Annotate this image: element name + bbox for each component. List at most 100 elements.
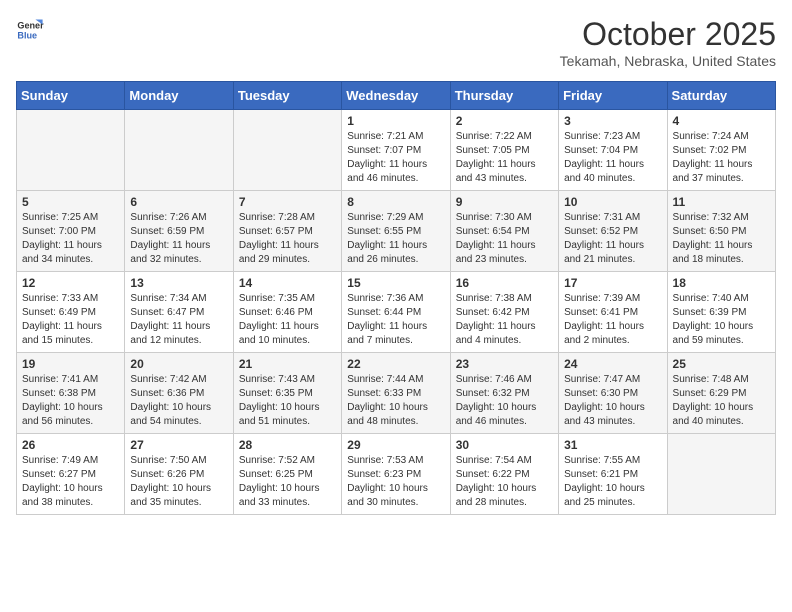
day-number: 13 <box>130 276 227 290</box>
day-number: 28 <box>239 438 336 452</box>
day-number: 24 <box>564 357 661 371</box>
day-info: Sunrise: 7:30 AM Sunset: 6:54 PM Dayligh… <box>456 211 553 267</box>
day-info: Sunrise: 7:36 AM Sunset: 6:44 PM Dayligh… <box>347 292 444 348</box>
month-title: October 2025 <box>560 16 776 53</box>
day-number: 29 <box>347 438 444 452</box>
title-block: October 2025 Tekamah, Nebraska, United S… <box>560 16 776 69</box>
calendar-cell: 2 Sunrise: 7:22 AM Sunset: 7:05 PM Daylig… <box>450 110 558 191</box>
day-number: 23 <box>456 357 553 371</box>
day-info: Sunrise: 7:32 AM Sunset: 6:50 PM Dayligh… <box>673 211 770 267</box>
day-number: 11 <box>673 195 770 209</box>
day-number: 12 <box>22 276 119 290</box>
day-info: Sunrise: 7:39 AM Sunset: 6:41 PM Dayligh… <box>564 292 661 348</box>
calendar-cell: 4 Sunrise: 7:24 AM Sunset: 7:02 PM Daylig… <box>667 110 775 191</box>
calendar-table: SundayMondayTuesdayWednesdayThursdayFrid… <box>16 81 776 515</box>
calendar-cell: 5 Sunrise: 7:25 AM Sunset: 7:00 PM Daylig… <box>17 191 125 272</box>
day-info: Sunrise: 7:52 AM Sunset: 6:25 PM Dayligh… <box>239 454 336 510</box>
svg-text:Blue: Blue <box>17 30 37 40</box>
day-info: Sunrise: 7:47 AM Sunset: 6:30 PM Dayligh… <box>564 373 661 429</box>
weekday-header-tuesday: Tuesday <box>233 82 341 110</box>
calendar-cell: 14Sunrise: 7:35 AM Sunset: 6:46 PM Dayli… <box>233 272 341 353</box>
calendar-cell: 27 Sunrise: 7:50 AM Sunset: 6:26 PM Dayli… <box>125 434 233 515</box>
day-number: 14 <box>239 276 336 290</box>
day-number: 10 <box>564 195 661 209</box>
day-info: Sunrise: 7:24 AM Sunset: 7:02 PM Dayligh… <box>673 130 770 186</box>
day-info: Sunrise: 7:21 AM Sunset: 7:07 PM Dayligh… <box>347 130 444 186</box>
calendar-week-row: 19 Sunrise: 7:41 AM Sunset: 6:38 PM Dayli… <box>17 353 776 434</box>
calendar-cell: 29 Sunrise: 7:53 AM Sunset: 6:23 PM Dayli… <box>342 434 450 515</box>
day-number: 27 <box>130 438 227 452</box>
calendar-cell: 28 Sunrise: 7:52 AM Sunset: 6:25 PM Dayli… <box>233 434 341 515</box>
day-number: 21 <box>239 357 336 371</box>
day-info: Sunrise: 7:31 AM Sunset: 6:52 PM Dayligh… <box>564 211 661 267</box>
day-info: Sunrise: 7:49 AM Sunset: 6:27 PM Dayligh… <box>22 454 119 510</box>
calendar-week-row: 1Sunrise: 7:21 AM Sunset: 7:07 PM Daylig… <box>17 110 776 191</box>
day-number: 22 <box>347 357 444 371</box>
day-number: 20 <box>130 357 227 371</box>
day-info: Sunrise: 7:50 AM Sunset: 6:26 PM Dayligh… <box>130 454 227 510</box>
weekday-header-row: SundayMondayTuesdayWednesdayThursdayFrid… <box>17 82 776 110</box>
calendar-week-row: 26 Sunrise: 7:49 AM Sunset: 6:27 PM Dayli… <box>17 434 776 515</box>
day-info: Sunrise: 7:25 AM Sunset: 7:00 PM Dayligh… <box>22 211 119 267</box>
day-number: 31 <box>564 438 661 452</box>
day-info: Sunrise: 7:48 AM Sunset: 6:29 PM Dayligh… <box>673 373 770 429</box>
weekday-header-wednesday: Wednesday <box>342 82 450 110</box>
weekday-header-thursday: Thursday <box>450 82 558 110</box>
calendar-cell: 20 Sunrise: 7:42 AM Sunset: 6:36 PM Dayli… <box>125 353 233 434</box>
weekday-header-sunday: Sunday <box>17 82 125 110</box>
calendar-week-row: 5 Sunrise: 7:25 AM Sunset: 7:00 PM Daylig… <box>17 191 776 272</box>
calendar-cell <box>17 110 125 191</box>
day-info: Sunrise: 7:28 AM Sunset: 6:57 PM Dayligh… <box>239 211 336 267</box>
calendar-cell: 23 Sunrise: 7:46 AM Sunset: 6:32 PM Dayli… <box>450 353 558 434</box>
day-number: 8 <box>347 195 444 209</box>
calendar-cell: 1Sunrise: 7:21 AM Sunset: 7:07 PM Daylig… <box>342 110 450 191</box>
calendar-cell: 16Sunrise: 7:38 AM Sunset: 6:42 PM Dayli… <box>450 272 558 353</box>
day-number: 30 <box>456 438 553 452</box>
calendar-cell: 22Sunrise: 7:44 AM Sunset: 6:33 PM Dayli… <box>342 353 450 434</box>
day-number: 4 <box>673 114 770 128</box>
day-number: 7 <box>239 195 336 209</box>
calendar-cell: 15Sunrise: 7:36 AM Sunset: 6:44 PM Dayli… <box>342 272 450 353</box>
day-info: Sunrise: 7:33 AM Sunset: 6:49 PM Dayligh… <box>22 292 119 348</box>
day-info: Sunrise: 7:43 AM Sunset: 6:35 PM Dayligh… <box>239 373 336 429</box>
day-info: Sunrise: 7:22 AM Sunset: 7:05 PM Dayligh… <box>456 130 553 186</box>
calendar-cell: 7 Sunrise: 7:28 AM Sunset: 6:57 PM Daylig… <box>233 191 341 272</box>
day-number: 17 <box>564 276 661 290</box>
weekday-header-saturday: Saturday <box>667 82 775 110</box>
day-info: Sunrise: 7:23 AM Sunset: 7:04 PM Dayligh… <box>564 130 661 186</box>
day-number: 16 <box>456 276 553 290</box>
day-info: Sunrise: 7:34 AM Sunset: 6:47 PM Dayligh… <box>130 292 227 348</box>
day-info: Sunrise: 7:26 AM Sunset: 6:59 PM Dayligh… <box>130 211 227 267</box>
calendar-cell: 10 Sunrise: 7:31 AM Sunset: 6:52 PM Dayli… <box>559 191 667 272</box>
day-info: Sunrise: 7:42 AM Sunset: 6:36 PM Dayligh… <box>130 373 227 429</box>
calendar-cell: 6 Sunrise: 7:26 AM Sunset: 6:59 PM Daylig… <box>125 191 233 272</box>
day-info: Sunrise: 7:41 AM Sunset: 6:38 PM Dayligh… <box>22 373 119 429</box>
calendar-week-row: 12 Sunrise: 7:33 AM Sunset: 6:49 PM Dayli… <box>17 272 776 353</box>
day-info: Sunrise: 7:40 AM Sunset: 6:39 PM Dayligh… <box>673 292 770 348</box>
calendar-cell: 17 Sunrise: 7:39 AM Sunset: 6:41 PM Dayli… <box>559 272 667 353</box>
day-number: 6 <box>130 195 227 209</box>
logo-icon: General Blue <box>16 16 44 44</box>
calendar-cell: 25 Sunrise: 7:48 AM Sunset: 6:29 PM Dayli… <box>667 353 775 434</box>
calendar-cell: 24 Sunrise: 7:47 AM Sunset: 6:30 PM Dayli… <box>559 353 667 434</box>
calendar-cell <box>125 110 233 191</box>
calendar-cell: 18Sunrise: 7:40 AM Sunset: 6:39 PM Dayli… <box>667 272 775 353</box>
day-info: Sunrise: 7:46 AM Sunset: 6:32 PM Dayligh… <box>456 373 553 429</box>
day-info: Sunrise: 7:53 AM Sunset: 6:23 PM Dayligh… <box>347 454 444 510</box>
calendar-cell: 26 Sunrise: 7:49 AM Sunset: 6:27 PM Dayli… <box>17 434 125 515</box>
location: Tekamah, Nebraska, United States <box>560 53 776 69</box>
day-number: 5 <box>22 195 119 209</box>
calendar-cell: 12 Sunrise: 7:33 AM Sunset: 6:49 PM Dayli… <box>17 272 125 353</box>
day-info: Sunrise: 7:29 AM Sunset: 6:55 PM Dayligh… <box>347 211 444 267</box>
day-number: 19 <box>22 357 119 371</box>
day-number: 9 <box>456 195 553 209</box>
day-info: Sunrise: 7:54 AM Sunset: 6:22 PM Dayligh… <box>456 454 553 510</box>
calendar-cell: 21 Sunrise: 7:43 AM Sunset: 6:35 PM Dayli… <box>233 353 341 434</box>
calendar-cell: 3Sunrise: 7:23 AM Sunset: 7:04 PM Daylig… <box>559 110 667 191</box>
day-number: 25 <box>673 357 770 371</box>
calendar-cell: 8 Sunrise: 7:29 AM Sunset: 6:55 PM Daylig… <box>342 191 450 272</box>
day-number: 2 <box>456 114 553 128</box>
calendar-cell: 13 Sunrise: 7:34 AM Sunset: 6:47 PM Dayli… <box>125 272 233 353</box>
day-number: 26 <box>22 438 119 452</box>
calendar-cell <box>233 110 341 191</box>
